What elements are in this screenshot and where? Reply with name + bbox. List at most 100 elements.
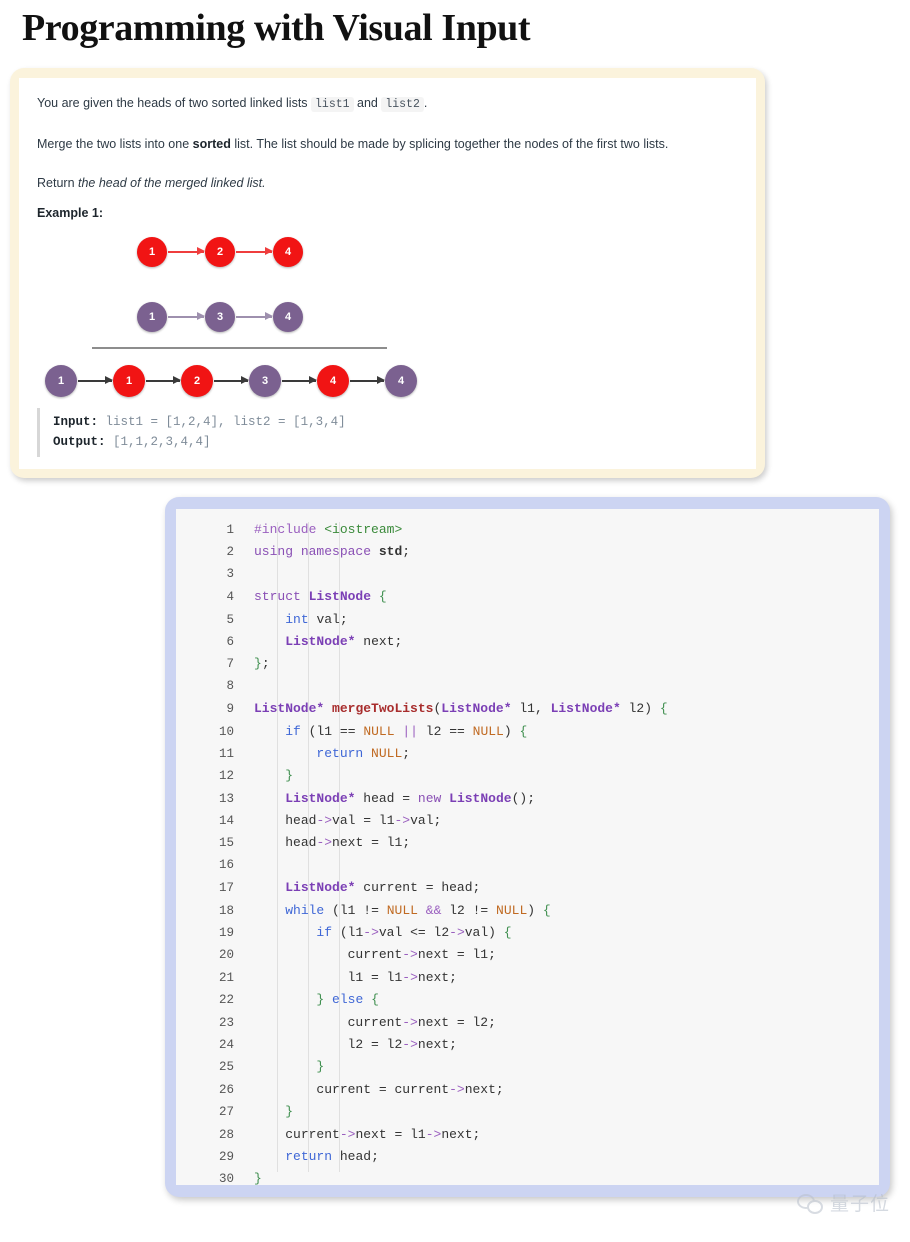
input-value: list1 = [1,2,4], list2 = [1,3,4]: [105, 415, 346, 430]
linked-list-diagram: 1 2 4 1 3 4 1 1 2 3 4 4: [37, 226, 738, 401]
code-line-number: 6: [226, 634, 234, 649]
code-line-number: 8: [226, 678, 234, 693]
code-line-number: 29: [218, 1149, 234, 1164]
code-line-text: if (l1 == NULL || l2 == NULL) {: [285, 723, 528, 739]
code-line[interactable]: 1 #include <iostream>: [176, 522, 879, 544]
merged-arrow-icon: [146, 376, 181, 385]
list1-node: 4: [273, 236, 303, 267]
code-line-text: ListNode* head = new ListNode();: [285, 790, 535, 806]
paragraph2-post-text: list. The list should be made by splicin…: [230, 136, 669, 151]
code-line[interactable]: 11 return NULL;: [176, 746, 879, 768]
code-line[interactable]: 5 int val;: [176, 612, 879, 634]
code-line[interactable]: 15 head->next = l1;: [176, 835, 879, 857]
code-line[interactable]: 3: [176, 567, 879, 589]
code-line-number: 20: [218, 948, 234, 963]
code-line[interactable]: 29 return head;: [176, 1149, 879, 1171]
code-line-text: using namespace std;: [254, 544, 411, 560]
code-line-text: current->next = l2;: [347, 1014, 496, 1030]
code-line-number: 22: [218, 993, 234, 1008]
problem-paragraph-2: Merge the two lists into one sorted list…: [37, 135, 738, 153]
code-line[interactable]: 16: [176, 858, 879, 880]
list2-node: 1: [137, 301, 167, 332]
code-line-text: }: [285, 1104, 294, 1120]
code-line-number: 26: [218, 1082, 234, 1097]
code-line[interactable]: 7};: [176, 656, 879, 678]
paragraph1-mid-text: and: [353, 96, 382, 110]
paragraph3-pre-text: Return: [37, 175, 78, 190]
code-line-number: 27: [218, 1105, 234, 1120]
merged-node: 4: [385, 364, 417, 397]
code-line-number: 11: [218, 746, 234, 761]
list1-arrow-icon: [236, 247, 273, 256]
code-line[interactable]: 30}: [176, 1171, 879, 1185]
code-line-number: 9: [226, 702, 234, 717]
merged-arrow-icon: [282, 376, 317, 385]
code-line-number: 28: [218, 1127, 234, 1142]
code-line[interactable]: 21 l1 = l1->next;: [176, 970, 879, 992]
code-editor-body[interactable]: 1 #include <iostream> 2 using namespace std…: [176, 509, 879, 1185]
list2-node: 4: [273, 301, 303, 332]
code-line[interactable]: 4 struct ListNode {: [176, 589, 879, 611]
code-line[interactable]: 8: [176, 679, 879, 701]
example-input-line: Input: list1 = [1,2,4], list2 = [1,3,4]: [53, 413, 738, 432]
code-line-number: 15: [218, 836, 234, 851]
code-line-text: return NULL;: [316, 745, 411, 761]
paragraph1-pre-text: You are given the heads of two sorted li…: [37, 96, 312, 110]
inline-code-list1: list1: [311, 97, 354, 112]
code-line[interactable]: 25 }: [176, 1059, 879, 1081]
wechat-icon: [796, 1193, 823, 1214]
code-editor-card: 1 #include <iostream> 2 using namespace std…: [165, 497, 890, 1197]
code-line-text: } else {: [316, 992, 379, 1008]
problem-statement-body: You are given the heads of two sorted li…: [19, 78, 756, 469]
paragraph2-bold-sorted: sorted: [192, 136, 231, 151]
code-line-number: 14: [218, 814, 234, 829]
code-line[interactable]: 12 }: [176, 768, 879, 790]
code-line[interactable]: 2 using namespace std;: [176, 544, 879, 566]
code-line[interactable]: 27 }: [176, 1104, 879, 1126]
code-line[interactable]: 23 current->next = l2;: [176, 1015, 879, 1037]
inline-code-list2: list2: [381, 97, 424, 112]
code-line[interactable]: 24 l2 = l2->next;: [176, 1037, 879, 1059]
code-line[interactable]: 6 ListNode* next;: [176, 634, 879, 656]
code-line-number: 1: [226, 523, 234, 537]
code-line-text: current = current->next;: [316, 1081, 504, 1097]
code-line-text: struct ListNode {: [254, 589, 387, 605]
paragraph2-pre-text: Merge the two lists into one: [37, 136, 193, 151]
code-line[interactable]: 10 if (l1 == NULL || l2 == NULL) {: [176, 724, 879, 746]
code-line[interactable]: 20 current->next = l1;: [176, 947, 879, 969]
code-line-text: int val;: [285, 611, 348, 627]
code-line-number: 13: [218, 791, 234, 806]
code-line[interactable]: 9 ListNode* mergeTwoLists(ListNode* l1, L…: [176, 701, 879, 723]
code-line[interactable]: 17 ListNode* current = head;: [176, 880, 879, 902]
example-io-block: Input: list1 = [1,2,4], list2 = [1,3,4] …: [37, 408, 738, 457]
code-line-text: current->next = l1;: [347, 947, 496, 963]
diagram-divider: [92, 346, 387, 349]
code-line-number: 17: [218, 881, 234, 896]
code-line[interactable]: 28 current->next = l1->next;: [176, 1127, 879, 1149]
code-line-number: 3: [226, 566, 234, 581]
merged-node: 4: [317, 364, 349, 397]
code-line-text: #include <iostream>: [254, 522, 403, 537]
problem-paragraph-3: Return the head of the merged linked lis…: [37, 174, 738, 192]
code-line[interactable]: 19 if (l1->val <= l2->val) {: [176, 925, 879, 947]
list1-node: 2: [205, 236, 235, 267]
code-line-text: }: [285, 768, 294, 784]
problem-statement-card: You are given the heads of two sorted li…: [10, 68, 765, 478]
code-line[interactable]: 22 } else {: [176, 992, 879, 1014]
code-line[interactable]: 26 current = current->next;: [176, 1082, 879, 1104]
code-line-text: current->next = l1->next;: [285, 1126, 481, 1142]
code-line-text: }: [254, 1171, 262, 1185]
example-output-line: Output: [1,1,2,3,4,4]: [53, 433, 738, 452]
code-line[interactable]: 13 ListNode* head = new ListNode();: [176, 791, 879, 813]
code-line-text: head->next = l1;: [285, 835, 411, 851]
code-line[interactable]: 18 while (l1 != NULL && l2 != NULL) {: [176, 903, 879, 925]
diagram-list1-row: 1 2 4: [137, 232, 303, 272]
merged-node: 1: [45, 364, 77, 397]
code-line-number: 4: [226, 590, 234, 605]
code-line-number: 19: [218, 926, 234, 941]
code-line[interactable]: 14 head->val = l1->val;: [176, 813, 879, 835]
code-line-text: ListNode* next;: [285, 633, 403, 649]
code-line-text: ListNode* mergeTwoLists(ListNode* l1, Li…: [254, 701, 668, 717]
page-title: Programming with Visual Input: [22, 7, 531, 49]
code-line-text: return head;: [285, 1148, 379, 1164]
